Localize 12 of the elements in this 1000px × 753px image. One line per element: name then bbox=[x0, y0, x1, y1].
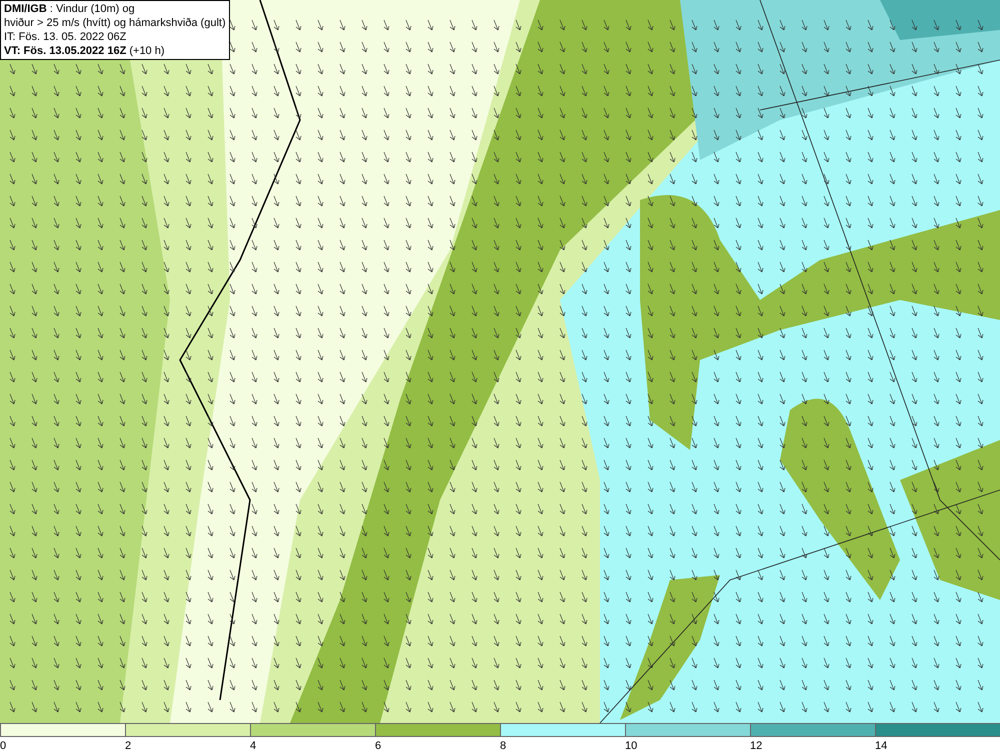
info-text: IT: Fös. 13. 05. 2022 06Z bbox=[4, 30, 128, 44]
legend-label: 2 bbox=[125, 739, 132, 753]
legend-label: 4 bbox=[250, 739, 256, 753]
info-text: hviður > 25 m/s (hvítt) og hámarkshviða (gult) bbox=[4, 16, 226, 30]
legend-label: 10 bbox=[625, 739, 638, 753]
info-text: DMI/IGB : Vindur (10m) og bbox=[4, 2, 136, 16]
legend-label: 14 bbox=[875, 739, 888, 753]
legend-label: 0 bbox=[0, 739, 6, 753]
legend-label: 8 bbox=[500, 739, 506, 753]
info-text: VT: Fös. 13.05.2022 16Z (+10 h) bbox=[4, 44, 166, 58]
legend-label: 6 bbox=[375, 739, 382, 753]
legend-label: 12 bbox=[750, 739, 762, 753]
